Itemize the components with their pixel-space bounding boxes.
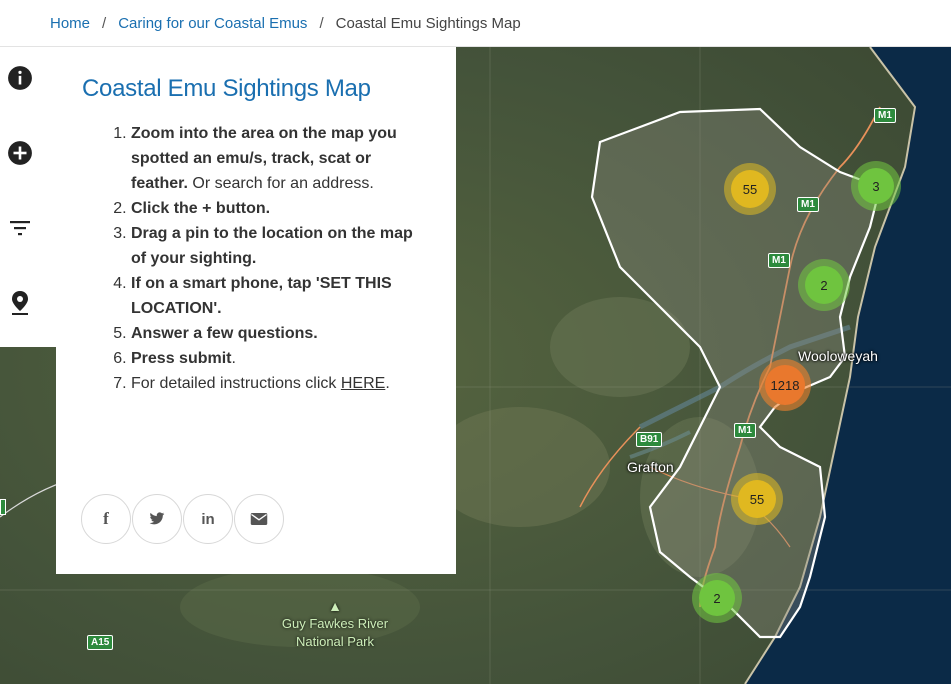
twitter-share-button[interactable] bbox=[132, 494, 182, 544]
sighting-cluster[interactable]: 55 bbox=[724, 163, 776, 215]
info-icon[interactable] bbox=[6, 64, 34, 92]
cluster-count: 55 bbox=[731, 170, 769, 208]
cluster-count: 1218 bbox=[765, 365, 805, 405]
instruction-step: Zoom into the area on the map you spotte… bbox=[131, 121, 430, 196]
breadcrumb-separator: / bbox=[102, 14, 107, 32]
sighting-cluster[interactable]: 3 bbox=[851, 161, 901, 211]
linkedin-share-button[interactable]: in bbox=[183, 494, 233, 544]
sighting-cluster[interactable]: 2 bbox=[692, 573, 742, 623]
panel-title: Coastal Emu Sightings Map bbox=[82, 75, 371, 102]
twitter-icon bbox=[149, 512, 165, 525]
location-pin-icon[interactable] bbox=[6, 289, 34, 317]
tree-icon: ▲ bbox=[328, 598, 342, 614]
map-toolbar bbox=[0, 47, 56, 347]
breadcrumb-current: Coastal Emu Sightings Map bbox=[335, 14, 521, 32]
facebook-icon: f bbox=[103, 509, 109, 528]
instructions-list: Zoom into the area on the map you spotte… bbox=[82, 121, 430, 396]
breadcrumb-parent-link[interactable]: Caring for our Coastal Emus bbox=[118, 15, 307, 32]
cluster-count: 2 bbox=[805, 266, 843, 304]
instruction-step: Drag a pin to the location on the map of… bbox=[131, 221, 430, 271]
instruction-step: Press submit. bbox=[131, 346, 430, 371]
add-icon[interactable] bbox=[6, 139, 34, 167]
sighting-cluster[interactable]: 55 bbox=[731, 473, 783, 525]
instruction-step: Click the + button. bbox=[131, 196, 430, 221]
road-shield-m1: M1 bbox=[768, 253, 790, 268]
step-bold-text: If on a smart phone, tap 'SET THIS LOCAT… bbox=[131, 275, 392, 317]
instruction-step: If on a smart phone, tap 'SET THIS LOCAT… bbox=[131, 271, 430, 321]
breadcrumb: Home / Caring for our Coastal Emus / Coa… bbox=[0, 0, 951, 47]
road-shield-m1: M1 bbox=[734, 423, 756, 438]
step-text: . bbox=[231, 350, 236, 367]
filter-icon[interactable] bbox=[6, 214, 34, 242]
instructions-here-link[interactable]: HERE bbox=[341, 375, 385, 392]
sighting-cluster[interactable]: 2 bbox=[798, 259, 850, 311]
linkedin-icon: in bbox=[201, 510, 215, 528]
step-text: Or search for an address. bbox=[187, 175, 374, 192]
breadcrumb-separator: / bbox=[319, 14, 324, 32]
share-buttons: f in bbox=[81, 494, 284, 544]
breadcrumb-home-link[interactable]: Home bbox=[50, 15, 90, 32]
road-shield-m1: M1 bbox=[874, 108, 896, 123]
place-label-grafton: Grafton bbox=[627, 459, 674, 475]
park-label: ▲ Guy Fawkes River National Park bbox=[270, 597, 400, 651]
info-panel: Coastal Emu Sightings Map Zoom into the … bbox=[56, 47, 456, 574]
road-shield-a15: A15 bbox=[87, 635, 114, 650]
step-text: . bbox=[385, 375, 390, 392]
instruction-step: For detailed instructions click HERE. bbox=[131, 371, 430, 396]
road-shield-b91: B91 bbox=[636, 432, 663, 447]
email-icon bbox=[250, 513, 268, 525]
cluster-count: 55 bbox=[738, 480, 776, 518]
place-label-wooloweyah: Wooloweyah bbox=[798, 348, 878, 364]
cluster-count: 2 bbox=[699, 580, 735, 616]
road-shield-partial bbox=[0, 499, 6, 515]
cluster-count: 3 bbox=[858, 168, 894, 204]
park-name: Guy Fawkes River National Park bbox=[281, 616, 389, 649]
step-bold-text: Answer a few questions. bbox=[131, 325, 318, 342]
instruction-step: Answer a few questions. bbox=[131, 321, 430, 346]
facebook-share-button[interactable]: f bbox=[81, 494, 131, 544]
road-shield-m1: M1 bbox=[797, 197, 819, 212]
step-bold-text: Click the + button. bbox=[131, 200, 271, 217]
sighting-cluster[interactable]: 1218 bbox=[759, 359, 811, 411]
step-bold-text: Press submit bbox=[131, 350, 232, 367]
step-bold-text: Drag a pin to the location on the map of… bbox=[131, 225, 413, 267]
step-text: For detailed instructions click bbox=[131, 375, 341, 392]
email-share-button[interactable] bbox=[234, 494, 284, 544]
